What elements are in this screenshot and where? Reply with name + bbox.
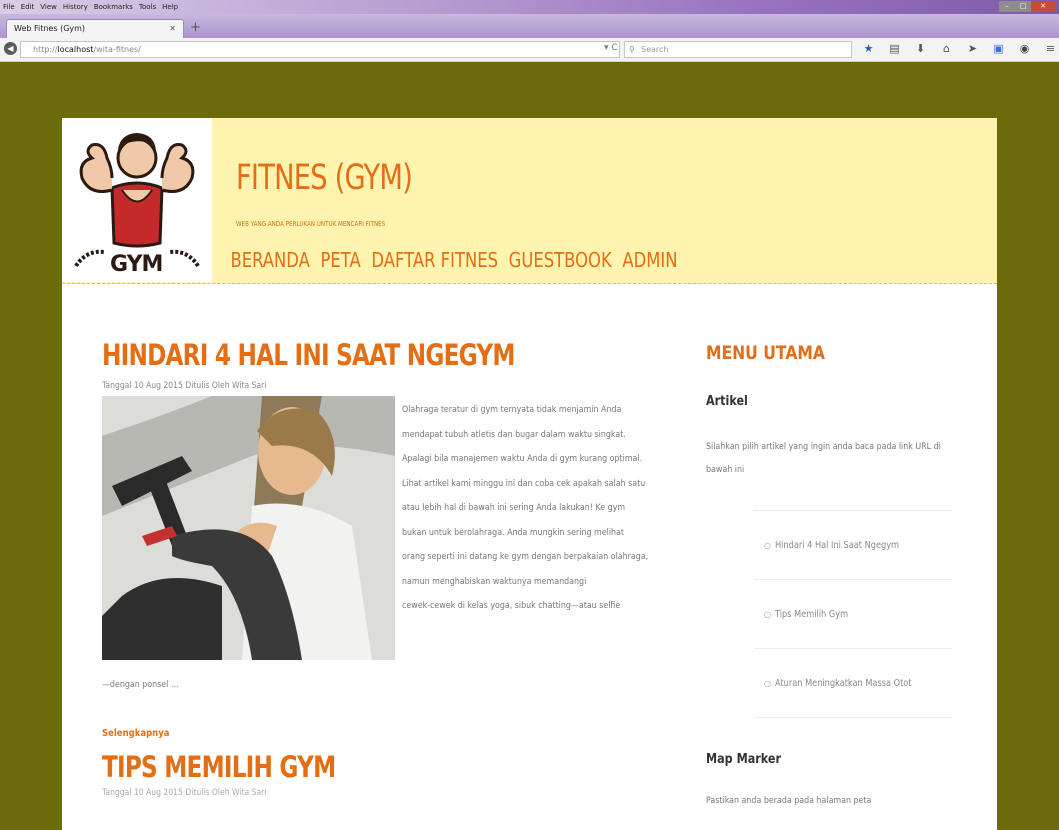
main-nav: BERANDA PETA DAFTAR FITNES GUESTBOOK ADM… [228,248,680,272]
menu-tools[interactable]: Tools [139,3,156,11]
menu-file[interactable]: File [3,3,15,11]
download-icon[interactable]: ⬇ [914,41,927,57]
url-bar[interactable]: http://localhost/wita-fitnes/ [20,41,620,58]
window-controls: – □ ✕ [999,1,1055,12]
article-image [102,396,395,660]
url-host: localhost [57,45,94,54]
url-path: /wita-fitnes/ [93,45,141,54]
map-marker-description: Pastikan anda berada pada halaman peta [706,796,872,806]
maximize-icon[interactable]: □ [1015,1,1031,12]
search-icon: ⚲ [629,45,635,54]
artikel-link[interactable]: Hindari 4 Hal Ini Saat Ngegym [775,511,899,580]
bullet-icon: ○ [764,610,771,619]
menu-help[interactable]: Help [162,3,178,11]
excerpt-line: Lihat artikel kami minggu ini dan coba c… [402,478,646,489]
post-2-title[interactable]: TIPS MEMILIH GYM [102,750,336,784]
tab-web-fitnes[interactable]: Web Fitnes (Gym) ✕ [6,19,184,38]
excerpt-line: namun menghabiskan waktunya memandangi [402,576,587,587]
menu-edit[interactable]: Edit [21,3,35,11]
nav-daftar-fitnes[interactable]: DAFTAR FITNES [369,248,501,272]
bullet-icon: ○ [764,541,771,550]
main-content: HINDARI 4 HAL INI SAAT NGEGYM Tanggal 10… [102,338,682,798]
menu-bookmarks[interactable]: Bookmarks [94,3,133,11]
close-window-icon[interactable]: ✕ [1031,1,1055,12]
logo-text: GYM [110,252,163,277]
site-tagline: WEB YANG ANDA PERLUKAN UNTUK MENCARI FIT… [236,220,386,228]
gym-logo[interactable]: GYM [62,118,212,282]
post-excerpt: Olahraga teratur di gym ternyata tidak m… [402,398,657,619]
send-icon[interactable]: ➤ [966,41,979,57]
post-title[interactable]: HINDARI 4 HAL INI SAAT NGEGYM [102,338,566,372]
menu-history[interactable]: History [63,3,88,11]
minimize-icon[interactable]: – [999,1,1015,12]
pocket-icon[interactable]: ▣ [992,41,1005,57]
tab-title: Web Fitnes (Gym) [14,24,86,33]
new-tab-icon[interactable]: + [190,19,201,36]
url-prefix: http:// [33,45,58,54]
reload-icon[interactable]: ▾ C [604,41,618,56]
excerpt-line: orang seperti ini datang ke gym dengan b… [402,552,649,562]
hamburger-menu-icon[interactable]: ≡ [1044,41,1057,57]
artikel-link[interactable]: Aturan Meningkatkan Massa Otot [775,649,912,718]
browser-toolbar: ◀ http://localhost/wita-fitnes/ ▾ C ⚲ Se… [0,38,1059,62]
excerpt-line: atau lebih hal di bawah ini sering Anda … [402,503,626,513]
back-arrow-icon[interactable]: ◀ [4,42,17,55]
menu-view[interactable]: View [40,3,57,11]
artikel-list: ○ Hindari 4 Hal Ini Saat Ngegym ○ Tips Mem… [754,510,952,718]
artikel-list-item[interactable]: ○ Tips Memilih Gym [754,580,952,649]
tab-strip: Web Fitnes (Gym) ✕ + [0,14,1059,38]
menu-bar: File Edit View History Bookmarks Tools H… [0,3,178,11]
artikel-description: Silahkan pilih artikel yang ingin anda b… [706,442,941,475]
excerpt-line: mendapat tubuh atletis dan bugar dalam w… [402,429,626,440]
sync-icon[interactable]: ◉ [1018,41,1031,57]
artikel-list-item[interactable]: ○ Aturan Meningkatkan Massa Otot [754,649,952,718]
window-titlebar: File Edit View History Bookmarks Tools H… [0,0,1059,14]
reading-list-icon[interactable]: ▤ [888,41,901,57]
nav-peta[interactable]: PETA [318,248,363,272]
site-header: GYM FITNES (GYM) WEB YANG ANDA PERLUKAN … [62,118,997,284]
toolbar-icons: ★ ▤ ⬇ ⌂ ➤ ▣ ◉ ≡ [862,41,1057,57]
sidebar: MENU UTAMA Artikel Silahkan pilih artike… [706,342,956,806]
post-2-meta: Tanggal 10 Aug 2015 Ditulis Oleh Wita Sa… [102,788,267,798]
search-placeholder: Search [641,45,669,54]
page-container: GYM FITNES (GYM) WEB YANG ANDA PERLUKAN … [62,118,997,830]
close-tab-icon[interactable]: ✕ [169,20,176,37]
excerpt-line: Olahraga teratur di gym ternyata tidak m… [402,405,622,415]
bookmark-star-icon[interactable]: ★ [862,41,875,57]
post-2: TIPS MEMILIH GYM Tanggal 10 Aug 2015 Dit… [102,750,394,798]
woman-exercising-image [102,396,395,660]
excerpt-line: cewek-cewek di kelas yoga, sibuk chattin… [402,601,621,611]
excerpt-line: bukan untuk berolahraga. Anda mungkin se… [402,527,625,538]
post-meta: Tanggal 10 Aug 2015 Ditulis Oleh Wita Sa… [102,381,267,391]
artikel-link[interactable]: Tips Memilih Gym [775,580,848,649]
nav-guestbook[interactable]: GUESTBOOK [506,248,614,272]
artikel-list-item[interactable]: ○ Hindari 4 Hal Ini Saat Ngegym [754,511,952,580]
map-marker-heading: Map Marker [706,752,781,767]
home-icon[interactable]: ⌂ [940,41,953,57]
excerpt-tail: —dengan ponsel … [102,680,179,690]
sidebar-title: MENU UTAMA [706,342,825,364]
web-content: GYM FITNES (GYM) WEB YANG ANDA PERLUKAN … [0,62,1059,830]
nav-beranda[interactable]: BERANDA [228,248,312,272]
artikel-heading: Artikel [706,394,748,409]
site-title[interactable]: FITNES (GYM) [236,158,413,198]
excerpt-line: Apalagi bila manajemen waktu Anda di gym… [402,454,643,464]
search-input[interactable]: ⚲ Search [624,41,852,58]
read-more-link[interactable]: Selengkapnya [102,728,170,739]
bullet-icon: ○ [764,679,771,688]
nav-admin[interactable]: ADMIN [620,248,680,272]
